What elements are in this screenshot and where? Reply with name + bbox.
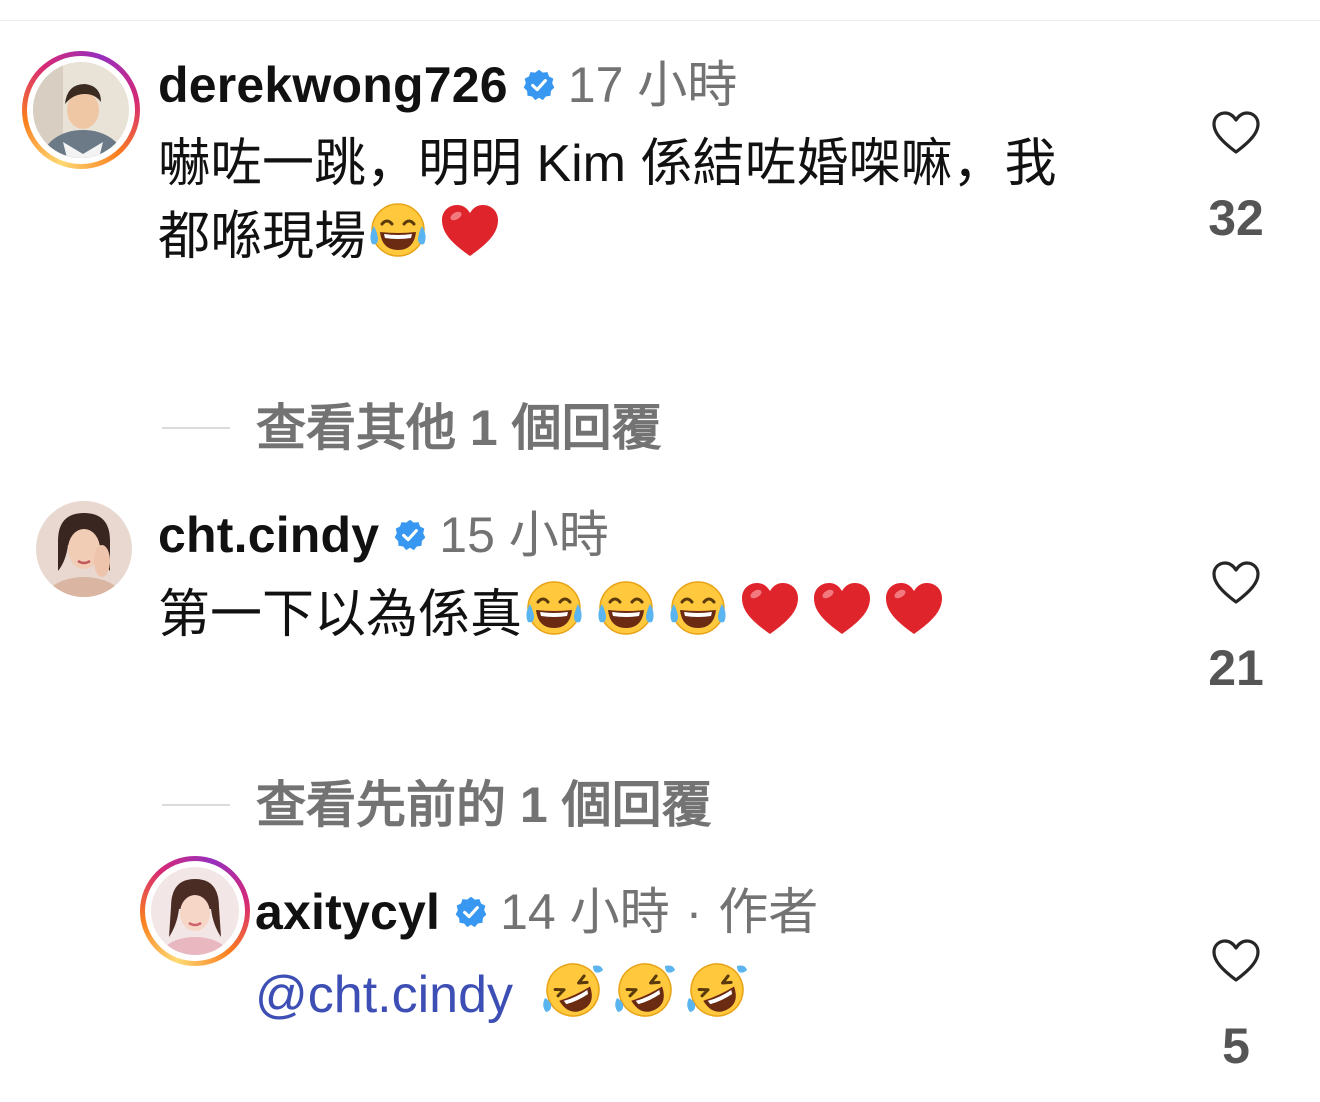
verified-badge-icon (521, 68, 556, 102)
rofl-emoji-icon (541, 958, 606, 1022)
avatar[interactable] (22, 51, 140, 169)
red-heart-emoji-icon (742, 583, 799, 634)
view-more-replies-button[interactable]: 查看其他 1 個回覆 (162, 398, 662, 458)
avatar[interactable] (36, 501, 132, 597)
heart-outline-icon[interactable] (1211, 938, 1261, 984)
replies-dash (162, 427, 230, 429)
comment-text: 第一下以為係真 (158, 578, 954, 651)
comment-text-line-2: 都喺現場 (158, 208, 367, 266)
mention-link[interactable]: @cht.cindy (255, 966, 513, 1024)
view-previous-replies-button[interactable]: 查看先前的 1 個回覆 (162, 775, 712, 835)
rofl-emoji-icon (613, 958, 678, 1022)
like-control: 5 (1186, 938, 1286, 1074)
rofl-emoji-icon (685, 958, 750, 1022)
like-control: 32 (1186, 110, 1286, 246)
like-control: 21 (1186, 560, 1286, 696)
red-heart-emoji-icon (442, 205, 499, 256)
view-more-replies-label: 查看其他 1 個回覆 (256, 400, 662, 456)
joy-emoji-icon (524, 580, 584, 636)
joy-emoji-icon (668, 580, 728, 636)
joy-emoji-icon (368, 202, 428, 258)
comment-text: 嚇咗一跳，明明 Kim 係結咗婚㗎嘛，我 (158, 128, 1056, 200)
comment-header: axitycyl 14 小時 · 作者 (255, 882, 818, 942)
verified-badge-icon (454, 895, 488, 929)
avatar-photo (33, 62, 129, 158)
timestamp: 14 小時 (500, 884, 670, 940)
verified-badge-icon (393, 518, 428, 552)
red-heart-emoji-icon (814, 583, 871, 634)
comment-text-line-2-row: 都喺現場 (158, 200, 510, 273)
top-divider (0, 20, 1320, 21)
like-count[interactable]: 21 (1186, 640, 1286, 696)
avatar-photo (151, 867, 239, 955)
comment-text-line-1: 嚇咗一跳，明明 Kim 係結咗婚㗎嘛，我 (158, 135, 1057, 193)
avatar[interactable] (140, 856, 250, 966)
comment-header: cht.cindy 15 小時 (158, 505, 609, 565)
username[interactable]: derekwong726 (158, 55, 508, 115)
timestamp: 17 小時 (567, 57, 738, 113)
view-previous-replies-label: 查看先前的 1 個回覆 (256, 777, 712, 833)
timestamp: 15 小時 (439, 507, 609, 563)
username[interactable]: cht.cindy (158, 505, 379, 565)
meta-separator: · (685, 884, 703, 940)
avatar-photo (36, 501, 132, 597)
comment-text-line-1: 第一下以為係真 (158, 586, 523, 644)
replies-dash (162, 804, 230, 806)
like-count[interactable]: 32 (1186, 190, 1286, 246)
username[interactable]: axitycyl (255, 882, 440, 942)
joy-emoji-icon (596, 580, 656, 636)
like-count[interactable]: 5 (1186, 1018, 1286, 1074)
author-tag: 作者 (718, 884, 819, 940)
red-heart-emoji-icon (886, 583, 943, 634)
comment-header: derekwong726 17 小時 (158, 55, 737, 115)
heart-outline-icon[interactable] (1211, 110, 1261, 156)
comment-text: @cht.cindy (255, 958, 757, 1031)
heart-outline-icon[interactable] (1211, 560, 1261, 606)
